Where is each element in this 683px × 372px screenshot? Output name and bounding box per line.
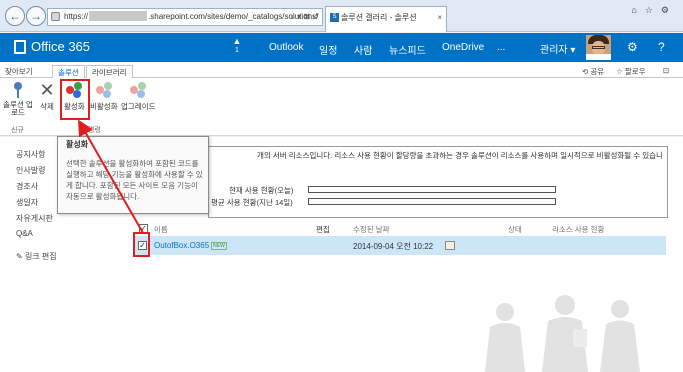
brand-name[interactable]: Office 365	[31, 39, 90, 54]
checkbox-highlight-box	[133, 232, 150, 257]
column-header-modified[interactable]: 수정된 날짜	[353, 224, 390, 235]
share-button[interactable]: ⟲ 공유	[582, 66, 604, 77]
browser-tab[interactable]: S 솔루션 갤러리 - 솔루션 ×	[325, 6, 447, 32]
address-actions[interactable]: ♁ ▾ ⊠ ↺	[289, 9, 319, 25]
suite-link-people[interactable]: 사람	[354, 42, 372, 57]
upgrade-button[interactable]: 업그레이드	[121, 81, 156, 112]
bell-icon: ▲	[232, 36, 242, 46]
table-row[interactable]: ✓ OutofBox.O365 NEW 2014-09-04 오전 10:22	[134, 236, 666, 255]
activate-tooltip: 활성화 선택한 솔루션을 활성화하여 포함된 코드를 실행하고 해당 기능을 활…	[57, 136, 209, 214]
suite-link-onedrive[interactable]: OneDrive	[442, 42, 484, 53]
deactivate-icon	[95, 81, 113, 99]
help-icon[interactable]: ?	[658, 40, 665, 54]
current-usage-bar	[308, 186, 556, 193]
redacted-url-segment	[89, 11, 148, 21]
suite-link-outlook[interactable]: Outlook	[269, 42, 303, 53]
column-header-name[interactable]: 이름	[154, 224, 168, 235]
tooltip-title: 활성화	[66, 140, 89, 149]
lock-icon	[51, 12, 60, 21]
notification-button[interactable]: ▲ 1	[231, 37, 243, 55]
forward-button[interactable]: →	[26, 6, 46, 26]
office365-suite-bar: Office 365 ▲ 1 Outlook 일정 사람 뉴스피드 OneDri…	[0, 33, 683, 62]
ribbon: 솔루션 업로드 신규 ✕ 삭제 활성화 비활성화 업그레이드 명령	[0, 78, 683, 136]
quota-message: 개의 서버 리소스입니다. 리소스 사용 현황이 할당량을 초과하는 경우 솔루…	[257, 151, 663, 160]
tab-title: 솔루션 갤러리 - 솔루션	[341, 13, 417, 22]
column-header-state[interactable]: 상태	[508, 224, 522, 235]
avatar[interactable]	[586, 35, 611, 60]
nav-item[interactable]: 생일자	[16, 197, 57, 213]
upload-solution-button[interactable]: 솔루션 업로드	[3, 81, 33, 117]
tab-solutions[interactable]: 솔루션	[52, 65, 85, 78]
nav-item[interactable]: Q&A	[16, 229, 57, 245]
tab-library[interactable]: 라이브러리	[86, 65, 133, 78]
back-button[interactable]: ←	[5, 6, 25, 26]
window-controls[interactable]: ⌂☆⚙	[631, 5, 677, 16]
pencil-icon: ✎	[16, 252, 25, 261]
tab-browse[interactable]: 찾아보기	[5, 66, 33, 77]
average-usage-label: 평균 사용 현황(지난 14일)	[211, 198, 293, 207]
upload-icon	[9, 81, 27, 99]
resource-quota-panel: 개의 서버 리소스입니다. 리소스 사용 현황이 할당량을 초과하는 경우 솔루…	[208, 146, 668, 218]
star-icon: ☆	[616, 67, 625, 76]
average-usage-bar	[308, 198, 556, 205]
delete-button[interactable]: ✕ 삭제	[38, 81, 56, 112]
follow-button[interactable]: ☆ 팔로우	[616, 66, 646, 77]
group-label-new: 신규	[11, 127, 24, 134]
deactivate-button[interactable]: 비활성화	[90, 81, 118, 112]
new-badge: NEW	[211, 242, 227, 250]
nav-item[interactable]: 인사발령	[16, 165, 57, 181]
column-header-edit[interactable]: 편집	[316, 224, 330, 235]
solution-name-link[interactable]: OutofBox.O365 NEW	[154, 241, 227, 250]
nav-item[interactable]: 경조사	[16, 181, 57, 197]
suite-link-calendar[interactable]: 일정	[319, 42, 337, 57]
edit-document-icon[interactable]	[445, 241, 455, 250]
ribbon-tab-bar: 찾아보기 솔루션 라이브러리 ⟲ 공유 ☆ 팔로우 ⊡	[0, 62, 683, 78]
delete-icon: ✕	[39, 80, 55, 100]
nav-item[interactable]: 공지사항	[16, 149, 57, 165]
group-label-commands: 명령	[88, 127, 101, 134]
suite-more-button[interactable]: ...	[497, 42, 505, 53]
people-silhouette-illustration	[485, 295, 640, 372]
url-prefix: https://	[64, 12, 89, 21]
activate-highlight-box	[60, 79, 90, 120]
nav-item[interactable]: 자유게시판	[16, 213, 57, 229]
admin-menu[interactable]: 관리자 ▾	[540, 41, 575, 56]
office-logo-icon	[14, 40, 26, 54]
sharepoint-favicon-icon: S	[330, 13, 339, 22]
column-header-resource-usage[interactable]: 리소스 사용 현황	[552, 224, 604, 235]
focus-icon[interactable]: ⊡	[663, 66, 669, 75]
modified-date: 2014-09-04 오전 10:22	[353, 242, 434, 251]
quick-launch: 공지사항 인사발령 경조사 생일자 자유게시판 Q&A ✎ 링크 편집	[16, 149, 57, 267]
notification-count: 1	[235, 47, 239, 54]
current-usage-label: 현재 사용 현황(오늘)	[229, 186, 294, 195]
upgrade-icon	[129, 81, 147, 99]
suite-link-newsfeed[interactable]: 뉴스피드	[389, 42, 426, 57]
gear-icon[interactable]: ⚙	[627, 40, 638, 54]
tab-close-icon[interactable]: ×	[437, 7, 442, 29]
address-bar[interactable]: https://.sharepoint.com/sites/demo/_cata…	[47, 8, 323, 26]
browser-chrome: ← → https://.sharepoint.com/sites/demo/_…	[0, 0, 683, 32]
edit-links-button[interactable]: ✎ 링크 편집	[16, 251, 57, 267]
tooltip-body: 선택한 솔루션을 활성화하여 포함된 코드를 실행하고 해당 기능을 활성화에 …	[66, 159, 203, 201]
